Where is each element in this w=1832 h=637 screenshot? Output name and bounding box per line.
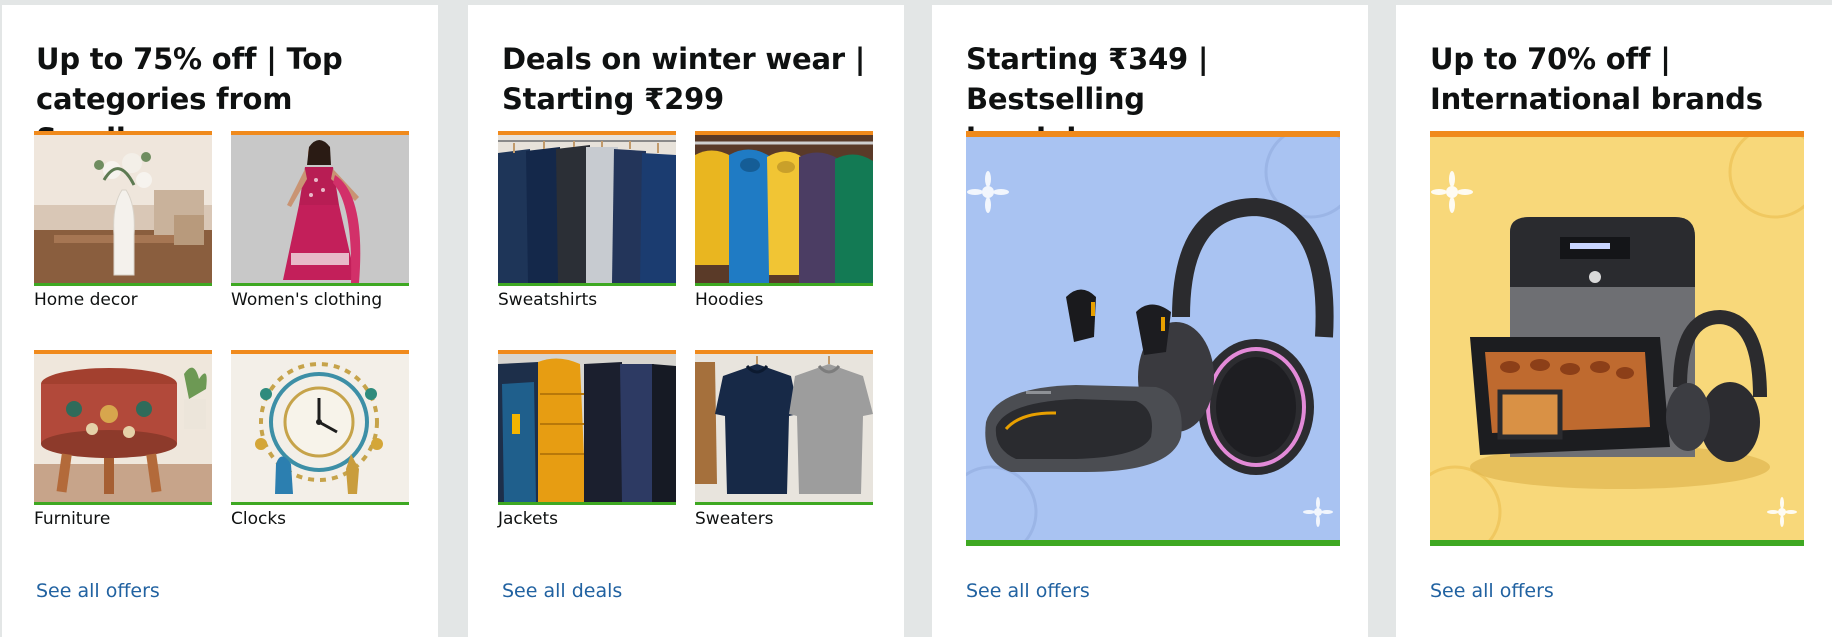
deal-cards-row: Up to 75% off | Top categories from Smal… xyxy=(0,0,1832,637)
see-all-offers-link[interactable]: See all offers xyxy=(966,579,1090,603)
card-international-brands: Up to 70% off | International brands See… xyxy=(1396,5,1832,637)
card-headphones: Starting ₹349 | Bestselling headphones xyxy=(932,5,1368,637)
jackets-image[interactable] xyxy=(498,350,676,505)
card-title: Deals on winter wear | Starting ₹299 xyxy=(502,42,866,116)
tile-home-decor[interactable]: Home decor xyxy=(34,131,212,311)
womens-clothing-image[interactable] xyxy=(231,131,409,286)
tile-label[interactable]: Home decor xyxy=(34,289,212,311)
tile-furniture[interactable]: Furniture xyxy=(34,350,212,530)
tile-sweatshirts[interactable]: Sweatshirts xyxy=(498,131,676,311)
tile-hoodies[interactable]: Hoodies xyxy=(695,131,873,311)
see-all-offers-link[interactable]: See all offers xyxy=(1430,579,1554,603)
home-decor-image[interactable] xyxy=(34,131,212,286)
tile-label[interactable]: Jackets xyxy=(498,508,676,530)
card-winter-wear: Deals on winter wear | Starting ₹299 Swe… xyxy=(468,5,904,637)
tile-label[interactable]: Clocks xyxy=(231,508,409,530)
see-all-offers-link[interactable]: See all offers xyxy=(36,579,160,603)
card-small-business: Up to 75% off | Top categories from Smal… xyxy=(2,5,438,637)
tile-label[interactable]: Hoodies xyxy=(695,289,873,311)
tile-jackets[interactable]: Jackets xyxy=(498,350,676,530)
hoodies-image[interactable] xyxy=(695,131,873,286)
tile-label[interactable]: Sweatshirts xyxy=(498,289,676,311)
furniture-image[interactable] xyxy=(34,350,212,505)
brands-banner-image[interactable] xyxy=(1430,131,1804,546)
see-all-deals-link[interactable]: See all deals xyxy=(502,579,622,603)
tile-clocks[interactable]: Clocks xyxy=(231,350,409,530)
clocks-image[interactable] xyxy=(231,350,409,505)
tile-sweaters[interactable]: Sweaters xyxy=(695,350,873,530)
tile-label[interactable]: Sweaters xyxy=(695,508,873,530)
tile-label[interactable]: Women's clothing xyxy=(231,289,409,311)
tile-label[interactable]: Furniture xyxy=(34,508,212,530)
headphones-banner-image[interactable] xyxy=(966,131,1340,546)
tile-womens-clothing[interactable]: Women's clothing xyxy=(231,131,409,311)
sweatshirts-image[interactable] xyxy=(498,131,676,286)
card-title: Up to 70% off | International brands xyxy=(1430,42,1763,116)
sweaters-image[interactable] xyxy=(695,350,873,505)
